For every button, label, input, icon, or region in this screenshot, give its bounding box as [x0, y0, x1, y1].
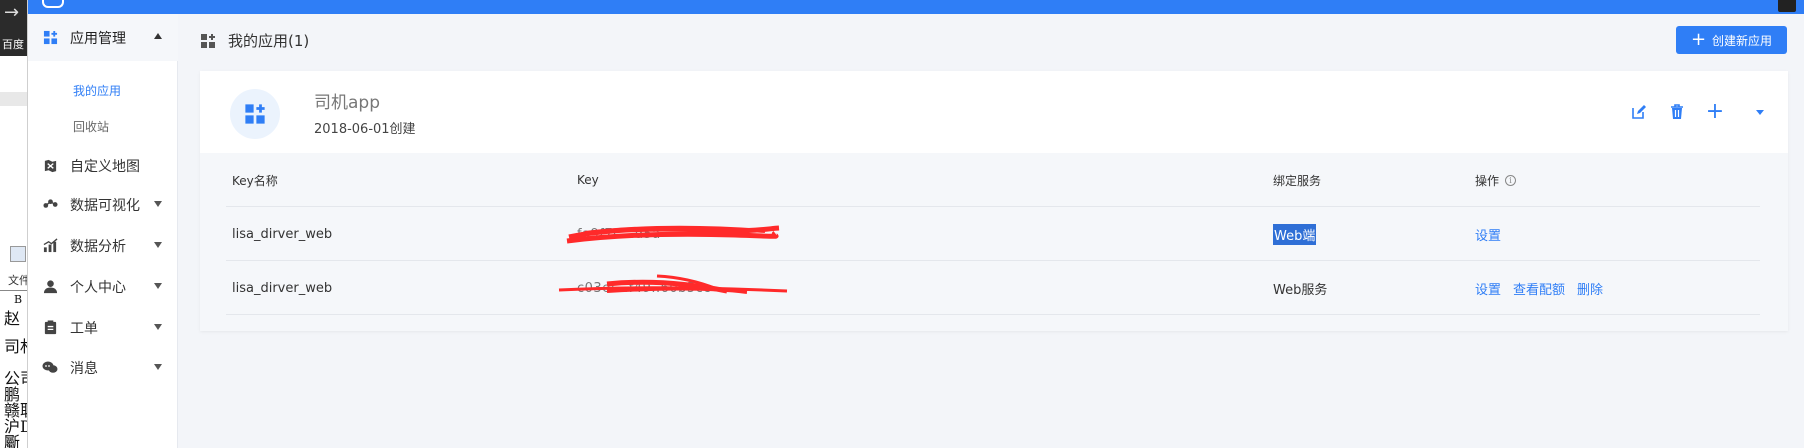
background-window-toolbar [0, 92, 27, 106]
actions-cell: 设置 [1475, 207, 1513, 261]
avatar[interactable] [1778, 0, 1796, 12]
delete-link[interactable]: 删除 [1577, 279, 1603, 298]
sidebar-item-app-management[interactable]: 应用管理 [28, 14, 178, 61]
page-title: 我的应用(1) [228, 32, 310, 50]
sidebar: 应用管理 我的应用 回收站 自定义地图 数据可视化 数据分析 个人中心 工单 消… [28, 14, 178, 448]
background-window: → 百度 文件 B 赵 司札 公司 鹏 赣耻 沪D 斸 [0, 0, 28, 448]
actions-cell: 设置 查看配额 删除 [1475, 261, 1615, 315]
service-cell: Web端 [1273, 207, 1317, 261]
create-app-button[interactable]: + 创建新应用 [1676, 26, 1787, 54]
app-name: 司机app [314, 93, 380, 113]
service-label: Web端 [1273, 223, 1317, 245]
chevron-down-icon [154, 283, 162, 289]
key-value: c03ef...f49..60b5cc [558, 274, 788, 296]
key-table: Key名称 Key 绑定服务 操作 i lisa_dirver_web fa9f… [226, 153, 1760, 315]
chevron-down-icon [154, 364, 162, 370]
chat-icon [42, 360, 58, 376]
column-header-actions: 操作 i [1475, 153, 1517, 207]
column-header-service: 绑定服务 [1273, 173, 1322, 188]
redaction-scribble [558, 274, 788, 294]
chart-icon [42, 238, 58, 254]
redaction-scribble [566, 225, 780, 243]
view-quota-link[interactable]: 查看配额 [1513, 279, 1565, 298]
sidebar-item-label: 应用管理 [70, 30, 126, 47]
settings-link[interactable]: 设置 [1475, 225, 1501, 244]
column-header-key: Key [577, 173, 599, 187]
service-cell: Web服务 [1273, 282, 1328, 298]
app-actions: + [1612, 101, 1768, 123]
chevron-down-icon [154, 201, 162, 207]
trash-icon[interactable] [1666, 101, 1688, 123]
plus-icon: + [1690, 29, 1707, 50]
chevron-down-icon [154, 324, 162, 330]
app-icon [230, 89, 280, 139]
pane-line: 赵 [4, 309, 21, 328]
sidebar-item-label: 工单 [70, 320, 98, 337]
pane-line: 斸 [4, 433, 21, 448]
chevron-down-icon [154, 242, 162, 248]
page-header: 我的应用(1) [200, 30, 309, 51]
user-icon [42, 279, 58, 295]
table-header-row: Key名称 Key 绑定服务 操作 i [226, 153, 1760, 207]
sidebar-item-label: 自定义地图 [70, 158, 140, 175]
grid-plus-icon [42, 30, 58, 46]
settings-link[interactable]: 设置 [1475, 279, 1501, 298]
forward-arrow-icon[interactable]: → [4, 2, 19, 23]
pane-line: 司札 [4, 337, 27, 356]
top-navbar [28, 0, 1804, 14]
edit-icon[interactable] [1628, 101, 1650, 123]
expand-caret-icon[interactable] [1756, 109, 1764, 115]
key-name-cell: lisa_dirver_web [232, 280, 333, 296]
grid-plus-icon [200, 33, 216, 49]
app-card: 司机app 2018-06-01创建 + Key名称 Key 绑定服务 操作 i [200, 71, 1788, 331]
column-header-actions-label: 操作 [1475, 173, 1500, 188]
add-key-plus-icon[interactable]: + [1704, 101, 1726, 123]
map-icon [42, 158, 58, 174]
sidebar-item-data-analysis[interactable]: 数据分析 [28, 222, 178, 269]
background-window-file-menu[interactable]: 文件 [8, 272, 27, 288]
sidebar-item-data-visualization[interactable]: 数据可视化 [28, 181, 178, 228]
background-window-pane: B 赵 司札 公司 鹏 赣耻 沪D 斸 [0, 290, 27, 448]
sidebar-item-label: 个人中心 [70, 279, 126, 296]
sidebar-item-label: 消息 [70, 360, 98, 377]
table-row: lisa_dirver_web fa9f7c...d5a Web端 设置 [226, 207, 1760, 261]
column-header-key-name: Key名称 [232, 173, 278, 188]
key-value-cell: fa9f7c...d5a [566, 207, 780, 261]
background-window-baidu-label: 百度 [2, 38, 24, 51]
sidebar-subitem-recycle-bin[interactable]: 回收站 [28, 106, 178, 146]
key-name-cell: lisa_dirver_web [232, 226, 333, 242]
document-icon [10, 246, 26, 262]
sidebar-item-label: 数据分析 [70, 238, 126, 255]
app-card-header: 司机app 2018-06-01创建 + [200, 71, 1788, 153]
chevron-up-icon [154, 33, 162, 39]
sidebar-item-messages[interactable]: 消息 [28, 344, 178, 391]
sidebar-item-label: 数据可视化 [70, 197, 140, 214]
visualization-icon [42, 197, 58, 213]
sidebar-item-personal-center[interactable]: 个人中心 [28, 263, 178, 310]
sidebar-subitem-my-apps[interactable]: 我的应用 [28, 70, 178, 110]
app-created-date: 2018-06-01创建 [314, 122, 416, 137]
table-row: lisa_dirver_web c03ef...f49..60b5cc Web服… [226, 261, 1760, 315]
key-value: fa9f7c...d5a [566, 225, 780, 243]
info-icon[interactable]: i [1505, 174, 1517, 186]
key-value-cell: c03ef...f49..60b5cc [558, 261, 788, 315]
logo-icon[interactable] [42, 0, 64, 8]
key-table-container: Key名称 Key 绑定服务 操作 i lisa_dirver_web fa9f… [200, 153, 1788, 331]
clipboard-icon [42, 320, 58, 336]
create-app-button-label: 创建新应用 [1712, 33, 1773, 48]
